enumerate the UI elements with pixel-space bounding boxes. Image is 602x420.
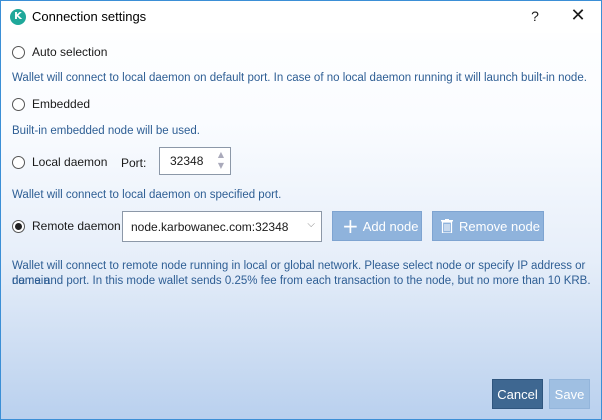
- trash-icon: [441, 219, 453, 233]
- radio-button-selected[interactable]: [12, 219, 25, 233]
- radio-label: Auto selection: [32, 45, 108, 59]
- window-title: Connection settings: [32, 9, 147, 24]
- radio-label: Remote daemon: [32, 219, 121, 233]
- radio-button[interactable]: [12, 45, 25, 59]
- radio-remote-daemon[interactable]: Remote daemon: [12, 219, 121, 233]
- radio-label: Local daemon: [32, 155, 108, 169]
- help-button[interactable]: ?: [525, 5, 545, 27]
- remove-node-label: Remove node: [459, 218, 540, 234]
- app-icon-letter: K: [14, 11, 22, 22]
- remove-node-button[interactable]: Remove node: [432, 211, 544, 241]
- radio-local-daemon[interactable]: Local daemon: [12, 155, 107, 169]
- radio-button[interactable]: [12, 97, 25, 111]
- port-value[interactable]: 32348: [170, 154, 203, 168]
- radio-embedded[interactable]: Embedded: [12, 97, 90, 111]
- add-node-label: Add node: [362, 218, 419, 234]
- spin-up-icon[interactable]: ▲: [216, 150, 226, 160]
- auto-selection-description: Wallet will connect to local daemon on d…: [12, 72, 587, 84]
- radio-label: Embedded: [32, 97, 91, 111]
- remote-daemon-description-line2: name and port. In this mode wallet sends…: [12, 275, 591, 287]
- radio-button[interactable]: [12, 155, 25, 169]
- close-button[interactable]: ✕: [567, 5, 589, 27]
- add-node-button[interactable]: + Add node: [332, 211, 422, 241]
- save-button[interactable]: Save: [549, 379, 590, 409]
- connection-settings-dialog: K Connection settings ? ✕ Auto selection…: [0, 0, 602, 420]
- local-daemon-description: Wallet will connect to local daemon on s…: [12, 189, 282, 201]
- plus-icon: +: [342, 214, 359, 238]
- port-label: Port:: [121, 156, 147, 170]
- karbo-logo-icon: K: [10, 9, 26, 25]
- title-bar: K Connection settings ? ✕: [1, 1, 601, 33]
- remote-node-select[interactable]: node.karbowanec.com:32348 ⌵: [122, 211, 322, 242]
- cancel-button[interactable]: Cancel: [492, 379, 543, 409]
- port-spinbox[interactable]: 32348 ▲ ▼: [159, 147, 231, 175]
- radio-auto-selection[interactable]: Auto selection: [12, 45, 107, 59]
- embedded-description: Built-in embedded node will be used.: [12, 125, 200, 137]
- spin-down-icon[interactable]: ▼: [216, 161, 226, 171]
- remote-node-value: node.karbowanec.com:32348: [131, 220, 289, 234]
- chevron-down-icon[interactable]: ⌵: [307, 219, 315, 230]
